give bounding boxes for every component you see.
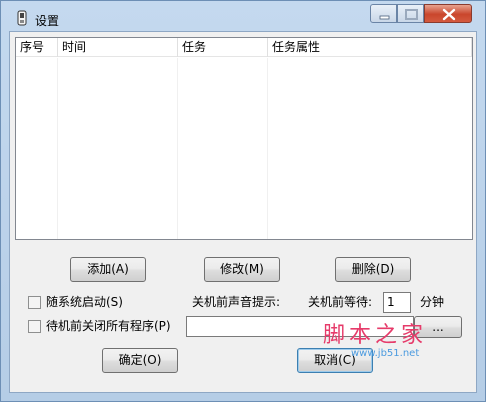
close-programs-checkbox[interactable] [28,320,41,333]
add-button[interactable]: 添加(A) [70,257,146,282]
maximize-icon [405,9,418,20]
watermark: 脚本之家 www.jb51.net [323,317,453,363]
watermark-brand: 脚本之家 [323,323,428,348]
grid-line [57,58,58,239]
close-button[interactable] [424,4,472,23]
task-list-header: 序号 时间 任务 任务属性 [16,38,472,57]
minimize-icon [379,15,390,20]
autostart-label[interactable]: 随系统启动(S) [46,295,123,309]
settings-window: 设置 序号 时间 任务 任务属性 添加(A) 修改(M) 删除(D) 随系统启动… [0,0,486,402]
grid-line [267,58,268,239]
close-icon [442,8,456,21]
close-programs-label[interactable]: 待机前关闭所有程序(P) [46,319,171,333]
ok-button[interactable]: 确定(O) [102,348,178,373]
task-list[interactable]: 序号 时间 任务 任务属性 [15,37,473,240]
title-bar[interactable]: 设置 [1,1,485,31]
shutdown-wait-label: 关机前等待: [308,295,373,309]
modify-button[interactable]: 修改(M) [204,257,280,282]
watermark-url: www.jb51.net [351,348,420,359]
wait-unit-label: 分钟 [420,295,445,309]
wait-minutes-input[interactable]: 1 [383,292,411,313]
window-title: 设置 [35,14,60,28]
minimize-button[interactable] [370,4,397,23]
column-header-task-attributes[interactable]: 任务属性 [268,38,472,57]
autostart-checkbox[interactable] [28,296,41,309]
maximize-button[interactable] [397,4,424,23]
column-header-time[interactable]: 时间 [58,38,178,57]
shutdown-sound-label: 关机前声音提示: [192,295,281,309]
grid-line [177,58,178,239]
delete-button[interactable]: 删除(D) [335,257,411,282]
column-header-index[interactable]: 序号 [16,38,58,57]
app-icon [17,10,27,26]
column-header-task[interactable]: 任务 [178,38,268,57]
